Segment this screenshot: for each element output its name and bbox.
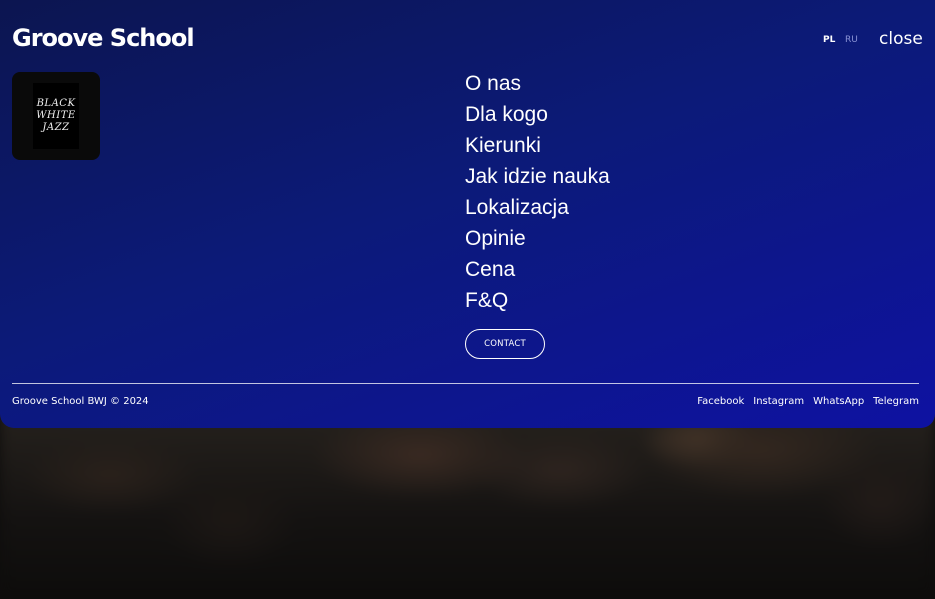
logo-line-jazz: JAZZ [42,122,70,133]
contact-button[interactable]: CONTACT [465,329,545,359]
close-button[interactable]: close [879,29,923,49]
footer-divider [12,383,919,384]
nav-item-opinie[interactable]: Opinie [465,223,610,254]
copyright-text: Groove School BWJ © 2024 [12,396,149,407]
social-link-instagram[interactable]: Instagram [753,396,804,407]
language-ru[interactable]: RU [845,35,858,45]
nav-item-o-nas[interactable]: O nas [465,68,610,99]
nav-item-fq[interactable]: F&Q [465,285,610,316]
black-white-jazz-logo[interactable]: BLACK WHITE JAZZ [12,72,100,160]
nav-item-jak-idzie-nauka[interactable]: Jak idzie nauka [465,161,610,192]
menu-panel: Groove School PL RU close BLACK WHITE JA… [0,0,935,428]
nav-item-lokalizacja[interactable]: Lokalizacja [465,192,610,223]
nav-item-dla-kogo[interactable]: Dla kogo [465,99,610,130]
social-link-facebook[interactable]: Facebook [697,396,744,407]
logo-line-white: WHITE [36,110,76,121]
social-links: Facebook Instagram WhatsApp Telegram [697,396,919,407]
black-white-jazz-logo-mark: BLACK WHITE JAZZ [33,83,79,149]
nav-item-cena[interactable]: Cena [465,254,610,285]
social-link-telegram[interactable]: Telegram [873,396,919,407]
main-nav: O nas Dla kogo Kierunki Jak idzie nauka … [465,68,610,316]
site-logo[interactable]: Groove School [12,24,195,52]
nav-item-kierunki[interactable]: Kierunki [465,130,610,161]
social-link-whatsapp[interactable]: WhatsApp [813,396,864,407]
language-pl[interactable]: PL [823,35,835,45]
logo-line-black: BLACK [36,98,76,109]
